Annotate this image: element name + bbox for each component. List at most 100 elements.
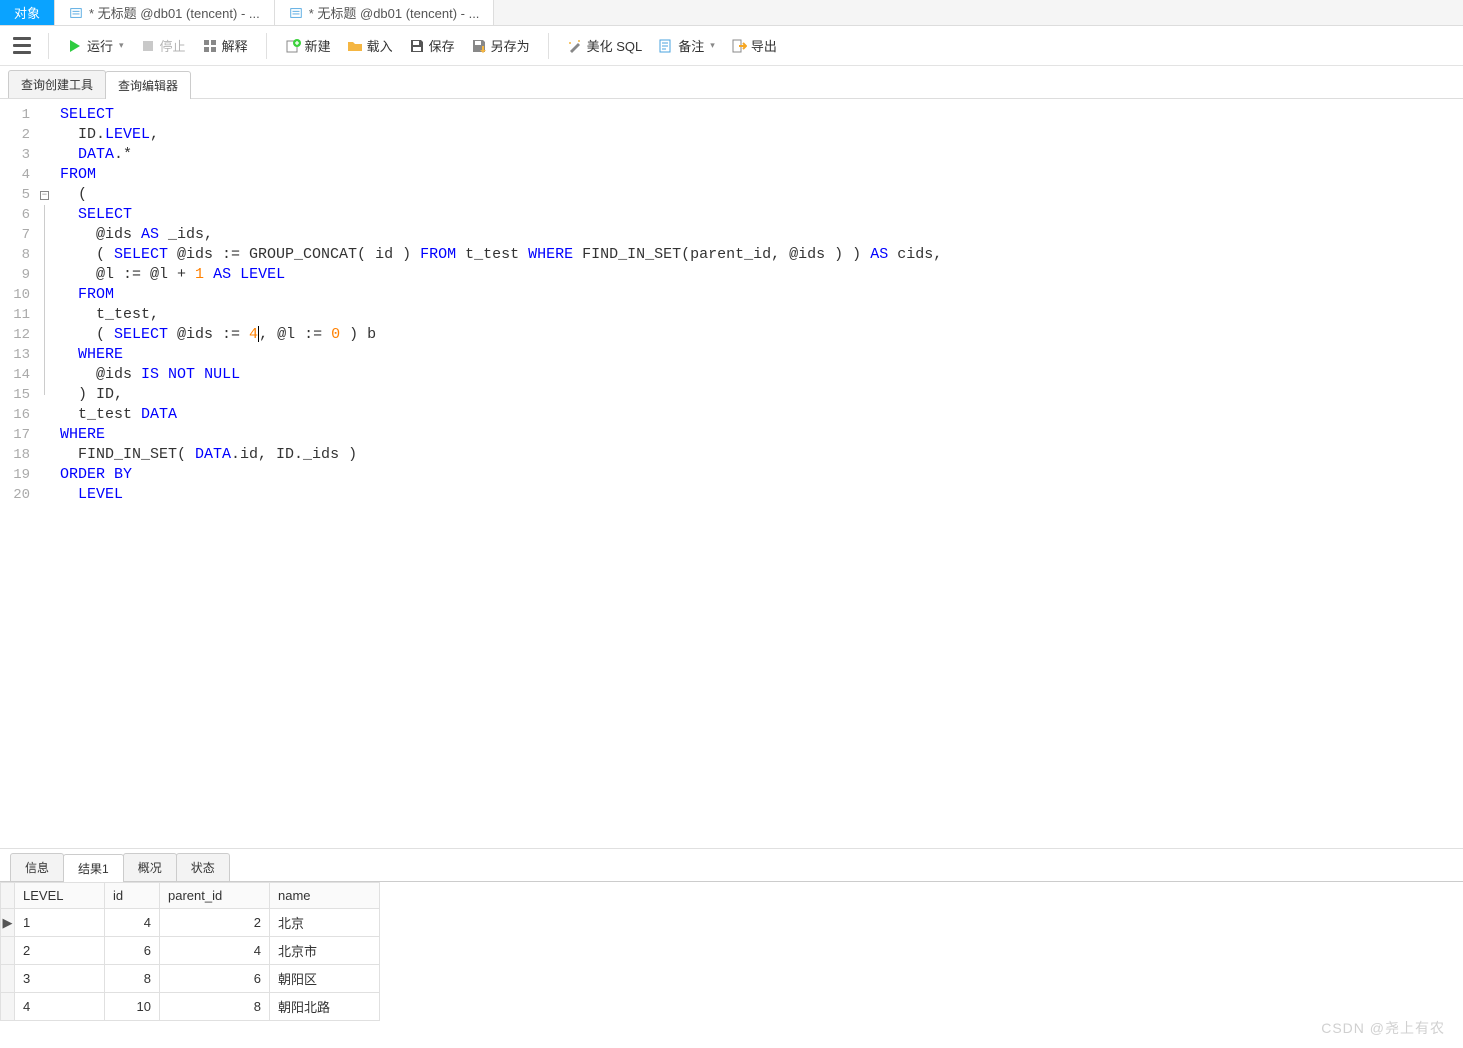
cell[interactable]: 8 bbox=[105, 965, 160, 993]
code-text[interactable]: ( SELECT @ids := GROUP_CONCAT( id ) FROM… bbox=[54, 245, 942, 265]
code-line[interactable]: 7 @ids AS _ids, bbox=[0, 225, 1463, 245]
cell[interactable]: 朝阳区 bbox=[270, 965, 380, 993]
cell[interactable]: 6 bbox=[105, 937, 160, 965]
explain-button[interactable]: 解释 bbox=[196, 33, 254, 58]
chevron-down-icon[interactable]: ▾ bbox=[119, 40, 124, 51]
code-line[interactable]: 10 FROM bbox=[0, 285, 1463, 305]
code-text[interactable]: FROM bbox=[54, 285, 114, 305]
fold-gutter[interactable] bbox=[40, 265, 54, 285]
fold-gutter[interactable] bbox=[40, 365, 54, 385]
code-text[interactable]: FROM bbox=[54, 165, 96, 185]
menu-icon[interactable] bbox=[8, 32, 36, 60]
fold-gutter[interactable] bbox=[40, 145, 54, 165]
fold-gutter[interactable] bbox=[40, 385, 54, 405]
table-row[interactable]: ▶142北京 bbox=[1, 909, 380, 937]
code-line[interactable]: 17WHERE bbox=[0, 425, 1463, 445]
result-grid[interactable]: LEVELidparent_idname▶142北京264北京市386朝阳区41… bbox=[0, 881, 1463, 1048]
code-text[interactable]: ( SELECT @ids := 4, @l := 0 ) b bbox=[54, 325, 376, 345]
code-line[interactable]: 18 FIND_IN_SET( DATA.id, ID._ids ) bbox=[0, 445, 1463, 465]
column-header[interactable]: name bbox=[270, 883, 380, 909]
tab-profile[interactable]: 概况 bbox=[123, 853, 177, 881]
fold-gutter[interactable] bbox=[40, 425, 54, 445]
code-text[interactable]: @ids AS _ids, bbox=[54, 225, 213, 245]
tab-query-builder[interactable]: 查询创建工具 bbox=[8, 70, 106, 98]
tab-query-2[interactable]: * 无标题 @db01 (tencent) - ... bbox=[275, 0, 495, 25]
tab-query-editor[interactable]: 查询编辑器 bbox=[105, 71, 191, 99]
code-text[interactable]: FIND_IN_SET( DATA.id, ID._ids ) bbox=[54, 445, 357, 465]
code-text[interactable]: DATA.* bbox=[54, 145, 132, 165]
code-text[interactable]: WHERE bbox=[54, 345, 123, 365]
code-text[interactable]: @ids IS NOT NULL bbox=[54, 365, 240, 385]
fold-gutter[interactable] bbox=[40, 105, 54, 125]
fold-gutter[interactable] bbox=[40, 205, 54, 225]
export-button[interactable]: 导出 bbox=[725, 33, 783, 58]
code-line[interactable]: 8 ( SELECT @ids := GROUP_CONCAT( id ) FR… bbox=[0, 245, 1463, 265]
saveas-button[interactable]: 另存为 bbox=[465, 33, 536, 58]
chevron-down-icon[interactable]: ▾ bbox=[710, 40, 715, 51]
tab-objects[interactable]: 对象 bbox=[0, 0, 55, 25]
cell[interactable]: 8 bbox=[160, 993, 270, 1021]
code-line[interactable]: 5− ( bbox=[0, 185, 1463, 205]
fold-gutter[interactable] bbox=[40, 325, 54, 345]
code-line[interactable]: 16 t_test DATA bbox=[0, 405, 1463, 425]
new-button[interactable]: 新建 bbox=[279, 33, 337, 58]
code-line[interactable]: 11 t_test, bbox=[0, 305, 1463, 325]
fold-gutter[interactable] bbox=[40, 445, 54, 465]
fold-gutter[interactable] bbox=[40, 125, 54, 145]
notes-button[interactable]: 备注 ▾ bbox=[652, 33, 721, 58]
fold-gutter[interactable] bbox=[40, 305, 54, 325]
fold-gutter[interactable] bbox=[40, 465, 54, 485]
fold-gutter[interactable] bbox=[40, 345, 54, 365]
cell[interactable]: 2 bbox=[160, 909, 270, 937]
tab-result1[interactable]: 结果1 bbox=[63, 854, 124, 882]
code-text[interactable]: ORDER BY bbox=[54, 465, 132, 485]
tab-status[interactable]: 状态 bbox=[176, 853, 230, 881]
column-header[interactable]: parent_id bbox=[160, 883, 270, 909]
tab-info[interactable]: 信息 bbox=[10, 853, 64, 881]
column-header[interactable]: LEVEL bbox=[15, 883, 105, 909]
code-text[interactable]: SELECT bbox=[54, 105, 114, 125]
fold-gutter[interactable] bbox=[40, 165, 54, 185]
cell[interactable]: 4 bbox=[15, 993, 105, 1021]
code-text[interactable]: SELECT bbox=[54, 205, 132, 225]
code-line[interactable]: 3 DATA.* bbox=[0, 145, 1463, 165]
code-line[interactable]: 15 ) ID, bbox=[0, 385, 1463, 405]
code-text[interactable]: ) ID, bbox=[54, 385, 123, 405]
stop-button[interactable]: 停止 bbox=[134, 33, 192, 58]
load-button[interactable]: 载入 bbox=[341, 33, 399, 58]
cell[interactable]: 朝阳北路 bbox=[270, 993, 380, 1021]
tab-query-1[interactable]: * 无标题 @db01 (tencent) - ... bbox=[55, 0, 275, 25]
result-table[interactable]: LEVELidparent_idname▶142北京264北京市386朝阳区41… bbox=[0, 882, 380, 1021]
fold-gutter[interactable]: − bbox=[40, 185, 54, 205]
code-line[interactable]: 14 @ids IS NOT NULL bbox=[0, 365, 1463, 385]
fold-gutter[interactable] bbox=[40, 225, 54, 245]
code-line[interactable]: 12 ( SELECT @ids := 4, @l := 0 ) b bbox=[0, 325, 1463, 345]
cell[interactable]: 北京 bbox=[270, 909, 380, 937]
cell[interactable]: 6 bbox=[160, 965, 270, 993]
table-row[interactable]: 4108朝阳北路 bbox=[1, 993, 380, 1021]
table-row[interactable]: 386朝阳区 bbox=[1, 965, 380, 993]
code-line[interactable]: 19ORDER BY bbox=[0, 465, 1463, 485]
column-header[interactable]: id bbox=[105, 883, 160, 909]
code-line[interactable]: 9 @l := @l + 1 AS LEVEL bbox=[0, 265, 1463, 285]
cell[interactable]: 北京市 bbox=[270, 937, 380, 965]
save-button[interactable]: 保存 bbox=[403, 33, 461, 58]
code-line[interactable]: 6 SELECT bbox=[0, 205, 1463, 225]
fold-gutter[interactable] bbox=[40, 485, 54, 505]
fold-gutter[interactable] bbox=[40, 405, 54, 425]
cell[interactable]: 4 bbox=[105, 909, 160, 937]
code-text[interactable]: t_test DATA bbox=[54, 405, 177, 425]
code-line[interactable]: 4FROM bbox=[0, 165, 1463, 185]
fold-gutter[interactable] bbox=[40, 285, 54, 305]
cell[interactable]: 1 bbox=[15, 909, 105, 937]
code-text[interactable]: LEVEL bbox=[54, 485, 123, 505]
sql-editor[interactable]: 1SELECT2 ID.LEVEL,3 DATA.*4FROM5− (6 SEL… bbox=[0, 99, 1463, 848]
code-text[interactable]: ( bbox=[54, 185, 87, 205]
fold-gutter[interactable] bbox=[40, 245, 54, 265]
code-line[interactable]: 13 WHERE bbox=[0, 345, 1463, 365]
code-text[interactable]: @l := @l + 1 AS LEVEL bbox=[54, 265, 285, 285]
run-button[interactable]: 运行 ▾ bbox=[61, 33, 130, 58]
cell[interactable]: 3 bbox=[15, 965, 105, 993]
cell[interactable]: 2 bbox=[15, 937, 105, 965]
cell[interactable]: 10 bbox=[105, 993, 160, 1021]
